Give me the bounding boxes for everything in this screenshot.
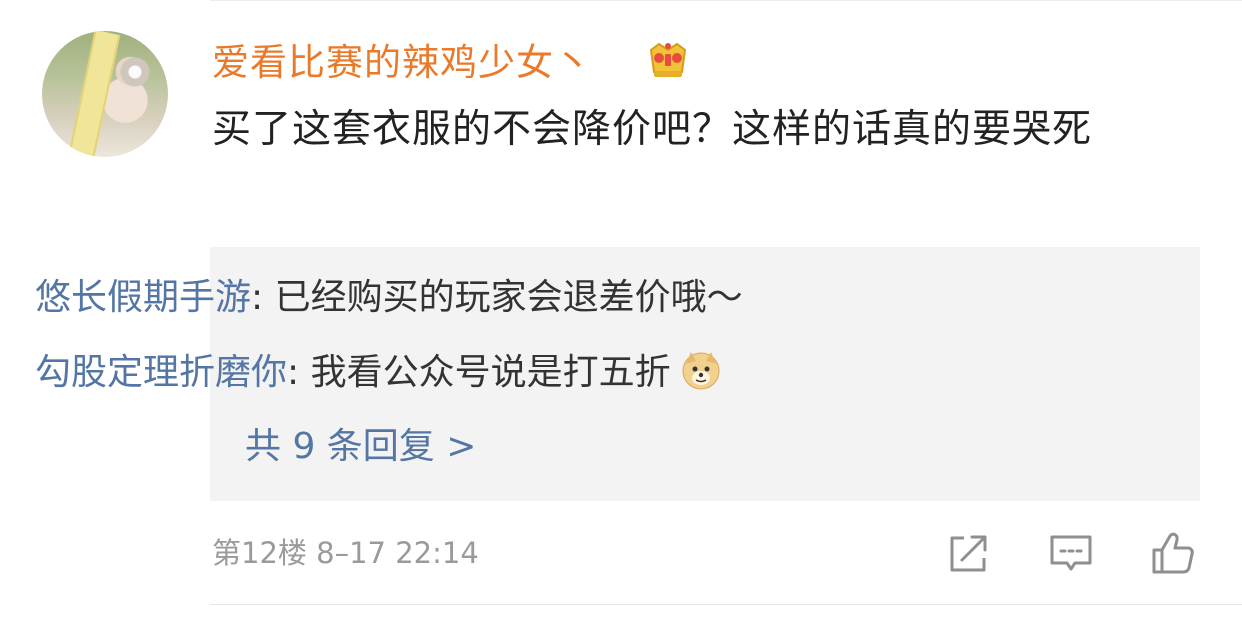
reply-item[interactable]: 悠长假期手游: 已经购买的玩家会退差价哦～ [35, 274, 743, 322]
floor-number: 第12楼 [212, 536, 307, 570]
comment-date: 8–17 [316, 536, 386, 570]
doge-emoji [682, 352, 720, 390]
avatar[interactable] [42, 31, 168, 157]
comment-time: 22:14 [395, 536, 479, 570]
reply-separator: : [251, 277, 275, 318]
reply-text: 已经购买的玩家会退差价哦～ [274, 277, 743, 318]
avatar-face [120, 57, 150, 87]
comment-meta: 第12楼 8–17 22:14 [212, 533, 479, 573]
comment-icon[interactable] [1048, 530, 1094, 576]
bottom-divider [210, 604, 1242, 605]
reply-text: 我看公众号说是打五折 [310, 352, 671, 393]
username[interactable]: 爱看比赛的辣鸡少女丶 [212, 39, 592, 87]
reply-author[interactable]: 悠长假期手游 [35, 277, 251, 318]
comment-text: 买了这套衣服的不会降价吧？这样的话真的要哭死 [212, 107, 1093, 152]
top-divider [210, 0, 1242, 1]
share-icon[interactable] [946, 530, 992, 576]
more-replies-link[interactable]: 共 9 条回复 > [245, 423, 476, 471]
avatar-decoration [65, 31, 121, 157]
reply-author[interactable]: 勾股定理折磨你 [35, 352, 287, 393]
reply-separator: : [287, 352, 311, 393]
reply-item[interactable]: 勾股定理折磨你: 我看公众号说是打五折 [35, 349, 721, 397]
crown-icon [649, 42, 687, 77]
thumbs-up-icon[interactable] [1150, 530, 1196, 576]
